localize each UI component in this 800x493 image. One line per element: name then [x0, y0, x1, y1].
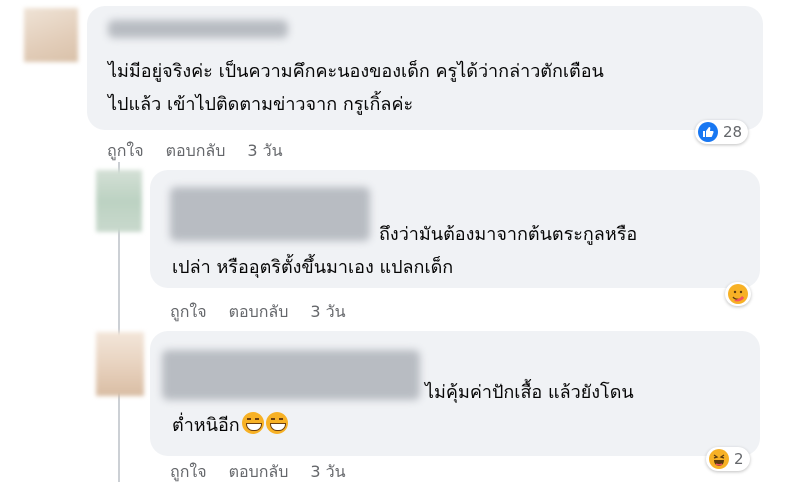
reaction-count: 2 [734, 450, 744, 468]
author-name-blurred[interactable] [108, 20, 288, 38]
comment-actions: ถูกใจ ตอบกลับ 3 วัน [107, 139, 283, 164]
grin-emoji-icon [241, 412, 264, 434]
timestamp[interactable]: 3 วัน [310, 460, 345, 485]
haha-emoji-icon [709, 449, 729, 469]
avatar[interactable] [24, 8, 78, 62]
reaction-count: 28 [723, 123, 743, 141]
timestamp[interactable]: 3 วัน [310, 300, 345, 325]
like-button[interactable]: ถูกใจ [170, 300, 207, 325]
reply-button[interactable]: ตอบกลับ [166, 139, 226, 164]
avatar[interactable] [96, 170, 142, 232]
comment-actions: ถูกใจ ตอบกลับ 3 วัน [170, 460, 346, 485]
comment-text: ไม่คุ้มค่าปักเสื้อ แล้วยังโดน ต่ำหนิอีก [172, 382, 634, 436]
reaction-summary[interactable]: 2 [706, 447, 750, 471]
avatar[interactable] [96, 332, 144, 396]
comment-text: ไม่มีอยู่จริงค่ะ เป็นความคึกคะนองของเด็ก… [108, 61, 604, 115]
like-icon [698, 122, 718, 142]
comment-text: ถึงว่ามันต้องมาจากต้นตระกูลหรือ เปล่า หร… [172, 224, 638, 278]
grin-emoji-icon [265, 412, 288, 434]
timestamp[interactable]: 3 วัน [247, 139, 282, 164]
reaction-summary[interactable]: 28 [695, 120, 749, 144]
comment-actions: ถูกใจ ตอบกลับ 3 วัน [170, 300, 346, 325]
reply-button[interactable]: ตอบกลับ [229, 460, 289, 485]
reaction-summary[interactable] [725, 282, 751, 306]
like-button[interactable]: ถูกใจ [170, 460, 207, 485]
reply-button[interactable]: ตอบกลับ [229, 300, 289, 325]
care-emoji-icon [728, 284, 748, 304]
like-button[interactable]: ถูกใจ [107, 139, 144, 164]
